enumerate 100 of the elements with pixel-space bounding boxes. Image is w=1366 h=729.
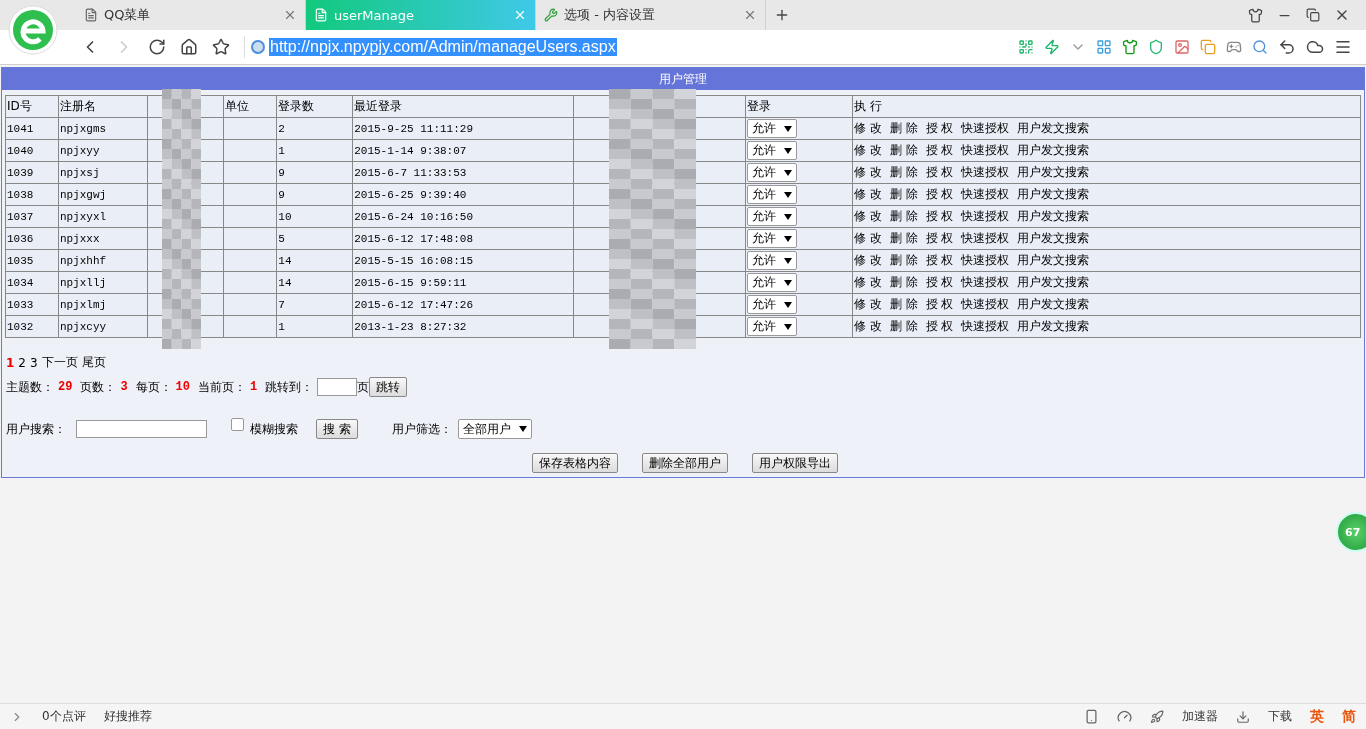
action-link[interactable]: 快速授权 — [961, 253, 1010, 267]
action-link[interactable]: 快速授权 — [961, 143, 1010, 157]
action-link[interactable]: 修 改 — [853, 143, 882, 157]
page-link[interactable]: 1 — [6, 355, 15, 370]
home-icon[interactable] — [180, 38, 198, 56]
status-item[interactable]: 0个点评 — [42, 708, 86, 725]
menu-icon[interactable] — [1334, 38, 1352, 56]
action-link[interactable]: 用户发文搜索 — [1017, 121, 1090, 135]
action-link[interactable]: 修 改 — [853, 165, 882, 179]
shield-icon[interactable] — [1148, 39, 1164, 55]
page-link[interactable]: 尾页 — [81, 354, 106, 371]
action-link[interactable]: 删 除 — [889, 165, 918, 179]
login-select[interactable]: 允许 — [747, 229, 798, 248]
action-link[interactable]: 授 权 — [925, 297, 954, 311]
action-button[interactable]: 删除全部用户 — [642, 453, 728, 473]
action-link[interactable]: 用户发文搜索 — [1017, 319, 1090, 333]
action-button[interactable]: 保存表格内容 — [532, 453, 618, 473]
wrench-icon[interactable] — [544, 8, 558, 22]
action-link[interactable]: 快速授权 — [961, 319, 1010, 333]
shirt-icon[interactable] — [1248, 7, 1263, 23]
status-item[interactable]: 下载 — [1268, 708, 1292, 725]
action-link[interactable]: 修 改 — [853, 297, 882, 311]
action-link[interactable]: 快速授权 — [961, 275, 1010, 289]
action-link[interactable]: 用户发文搜索 — [1017, 165, 1090, 179]
page-input[interactable] — [317, 378, 358, 396]
search-button[interactable]: 搜 索 — [316, 419, 358, 439]
phone-icon[interactable] — [1084, 709, 1099, 724]
lightning-icon[interactable] — [1044, 39, 1060, 55]
apps-icon[interactable] — [1096, 39, 1112, 55]
rocket-icon[interactable] — [1150, 709, 1164, 724]
gamepad-icon[interactable] — [1226, 39, 1242, 55]
status-item[interactable]: 好搜推荐 — [103, 708, 152, 725]
login-select[interactable]: 允许 — [747, 295, 798, 314]
login-select[interactable]: 允许 — [747, 273, 798, 292]
image-icon[interactable] — [1174, 39, 1190, 55]
action-button[interactable]: 用户权限导出 — [752, 453, 838, 473]
action-link[interactable]: 授 权 — [925, 187, 954, 201]
gauge-icon[interactable] — [1117, 709, 1132, 724]
filter-select[interactable]: 全部用户 — [457, 419, 532, 439]
action-link[interactable]: 删 除 — [889, 253, 918, 267]
action-link[interactable]: 删 除 — [889, 275, 918, 289]
login-select[interactable]: 允许 — [747, 317, 798, 336]
action-link[interactable]: 授 权 — [925, 165, 954, 179]
action-link[interactable]: 用户发文搜索 — [1017, 275, 1090, 289]
action-link[interactable]: 修 改 — [853, 231, 882, 245]
action-link[interactable]: 修 改 — [853, 209, 882, 223]
action-link[interactable]: 删 除 — [889, 297, 918, 311]
action-link[interactable]: 修 改 — [853, 121, 882, 135]
login-select[interactable]: 允许 — [747, 185, 798, 204]
reload-icon[interactable] — [148, 38, 166, 56]
action-link[interactable]: 修 改 — [853, 319, 882, 333]
fuzzy-checkbox[interactable] — [231, 417, 244, 431]
page-icon[interactable] — [84, 8, 98, 22]
login-select[interactable]: 允许 — [747, 141, 798, 160]
status-item[interactable]: 加速器 — [1182, 708, 1218, 725]
login-select[interactable]: 允许 — [747, 207, 798, 226]
action-link[interactable]: 删 除 — [889, 231, 918, 245]
action-link[interactable]: 授 权 — [925, 121, 954, 135]
action-link[interactable]: 删 除 — [889, 319, 918, 333]
action-link[interactable]: 授 权 — [925, 253, 954, 267]
action-link[interactable]: 用户发文搜索 — [1017, 231, 1090, 245]
action-link[interactable]: 修 改 — [853, 187, 882, 201]
page-link[interactable]: 下一页 — [41, 354, 78, 371]
page-link[interactable]: 2 — [18, 355, 26, 370]
close-icon[interactable] — [743, 8, 757, 22]
close-icon[interactable] — [283, 8, 297, 22]
action-link[interactable]: 授 权 — [925, 209, 954, 223]
magnifier-icon[interactable] — [1252, 39, 1268, 55]
cloud-icon[interactable] — [1306, 38, 1324, 56]
action-link[interactable]: 删 除 — [889, 121, 918, 135]
login-select[interactable]: 允许 — [747, 163, 798, 182]
download-icon[interactable] — [1236, 709, 1250, 724]
action-link[interactable]: 删 除 — [889, 209, 918, 223]
action-link[interactable]: 快速授权 — [961, 231, 1010, 245]
action-link[interactable]: 删 除 — [889, 187, 918, 201]
action-link[interactable]: 授 权 — [925, 143, 954, 157]
action-link[interactable]: 修 改 — [853, 253, 882, 267]
action-link[interactable]: 删 除 — [889, 143, 918, 157]
action-link[interactable]: 快速授权 — [961, 209, 1010, 223]
action-link[interactable]: 用户发文搜索 — [1017, 143, 1090, 157]
login-select[interactable]: 允许 — [747, 119, 798, 138]
action-link[interactable]: 快速授权 — [961, 187, 1010, 201]
action-link[interactable]: 快速授权 — [961, 297, 1010, 311]
undo-icon[interactable] — [1278, 38, 1296, 56]
action-link[interactable]: 修 改 — [853, 275, 882, 289]
action-link[interactable]: 用户发文搜索 — [1017, 187, 1090, 201]
star-icon[interactable] — [212, 38, 230, 56]
restore-icon[interactable] — [1306, 8, 1320, 22]
action-link[interactable]: 用户发文搜索 — [1017, 253, 1090, 267]
action-link[interactable]: 用户发文搜索 — [1017, 297, 1090, 311]
action-link[interactable]: 授 权 — [925, 275, 954, 289]
search-field[interactable] — [76, 420, 207, 438]
page-link[interactable]: 3 — [30, 355, 38, 370]
action-link[interactable]: 授 权 — [925, 231, 954, 245]
action-link[interactable]: 授 权 — [925, 319, 954, 333]
jump-button[interactable]: 跳转 — [369, 377, 408, 397]
login-select[interactable]: 允许 — [747, 251, 798, 270]
action-link[interactable]: 快速授权 — [961, 121, 1010, 135]
qr-code-icon[interactable] — [1018, 39, 1034, 55]
action-link[interactable]: 快速授权 — [961, 165, 1010, 179]
